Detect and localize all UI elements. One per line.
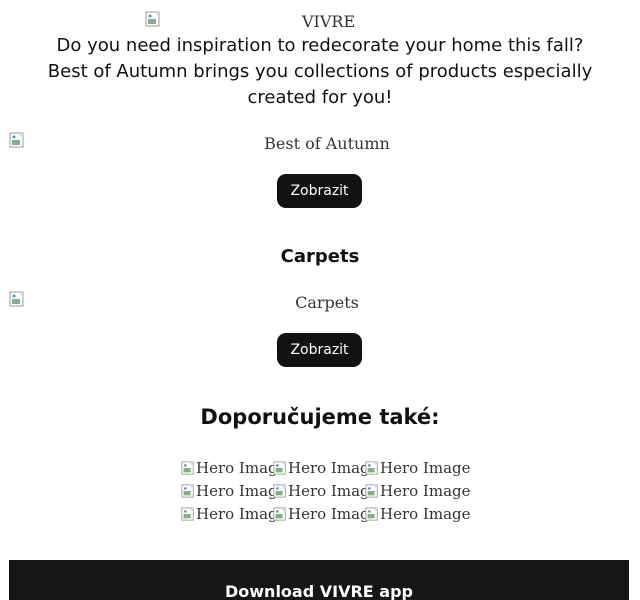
broken-image-icon xyxy=(365,460,379,475)
broken-image-icon xyxy=(181,460,195,475)
recommended-row: Hero Image Hero Image Hero Image xyxy=(181,479,471,502)
broken-image-icon xyxy=(273,460,287,475)
hero-image-link[interactable]: Hero Image xyxy=(181,456,287,479)
footer-title: Download VIVRE app xyxy=(225,582,413,600)
hero-image-link[interactable]: Hero Image xyxy=(181,502,287,525)
broken-image-icon xyxy=(181,483,195,498)
broken-image-icon xyxy=(365,483,379,498)
hero-image-link[interactable]: Hero Image xyxy=(365,479,471,502)
broken-image-icon xyxy=(273,506,287,521)
broken-image-icon xyxy=(145,11,161,27)
hero-image-link[interactable]: Hero Image xyxy=(273,479,379,502)
section-title-carpets: Carpets xyxy=(280,246,360,267)
hero-image-alt: Hero Image xyxy=(380,458,471,477)
recommended-row: Hero Image Hero Image Hero Image xyxy=(181,456,471,479)
banner-alt-text: Best of Autumn xyxy=(264,134,390,153)
broken-image-icon xyxy=(365,506,379,521)
hero-image-link[interactable]: Hero Image xyxy=(181,479,287,502)
recommended-row: Hero Image Hero Image Hero Image xyxy=(181,502,471,525)
zobrazit-button-carpets[interactable]: Zobrazit xyxy=(277,333,362,367)
footer-app-banner: Download VIVRE app xyxy=(9,560,629,600)
header-logo[interactable]: VIVRE xyxy=(0,10,640,32)
intro-text: Do you need inspiration to redecorate yo… xyxy=(47,35,593,108)
banner-alt-text: Carpets xyxy=(295,293,359,312)
recommended-grid: Hero Image Hero Image Hero Image Hero Im… xyxy=(181,456,471,525)
banner-carpets[interactable]: Carpets xyxy=(0,291,640,312)
broken-image-icon xyxy=(181,506,195,521)
banner-best-of-autumn[interactable]: Best of Autumn xyxy=(0,132,640,153)
hero-image-alt: Hero Image xyxy=(380,481,471,500)
hero-image-link[interactable]: Hero Image xyxy=(273,502,379,525)
recommended-title: Doporučujeme také: xyxy=(200,405,440,429)
hero-image-link[interactable]: Hero Image xyxy=(273,456,379,479)
logo-alt-text: VIVRE xyxy=(302,12,356,31)
hero-image-link[interactable]: Hero Image xyxy=(365,502,471,525)
hero-image-link[interactable]: Hero Image xyxy=(365,456,471,479)
zobrazit-button-best-of-autumn[interactable]: Zobrazit xyxy=(277,174,362,208)
broken-image-icon xyxy=(273,483,287,498)
hero-image-alt: Hero Image xyxy=(380,504,471,523)
